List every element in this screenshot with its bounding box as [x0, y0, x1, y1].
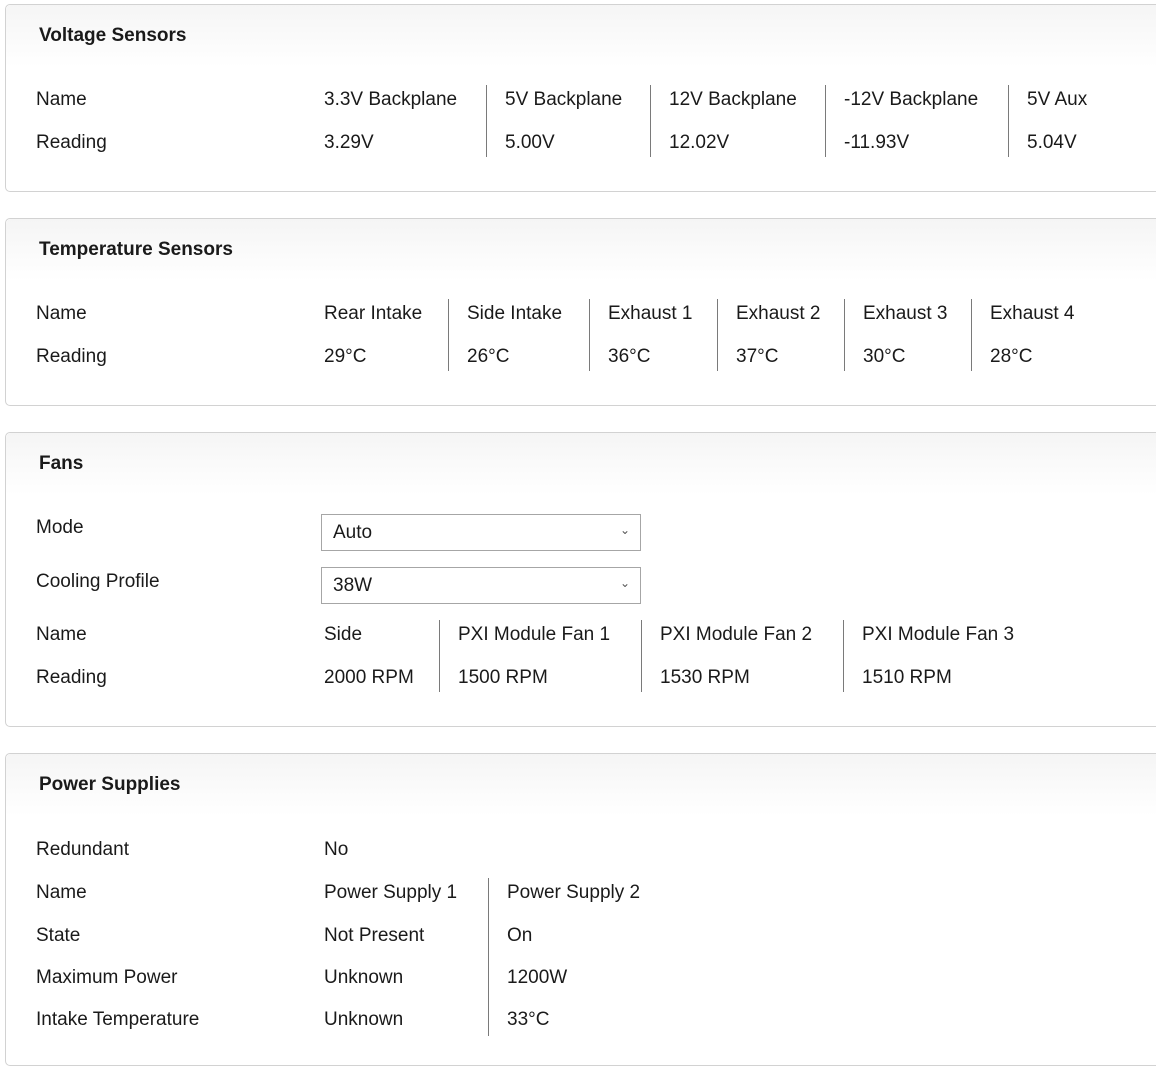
sensor-reading: 3.29V: [324, 132, 374, 153]
sensor-name: Rear Intake: [324, 303, 423, 324]
sensor-name: 5V Aux: [1027, 89, 1088, 110]
power-supply-intake: Unknown: [324, 1009, 404, 1030]
sensor-reading: 5.00V: [505, 132, 555, 153]
sensor-column: Exhaust 2 37°C: [717, 299, 821, 371]
maximum-power-label: Maximum Power: [36, 967, 178, 988]
mode-select-value: Auto: [333, 522, 373, 543]
power-supply-name: Power Supply 2: [507, 882, 641, 903]
sensor-reading: 29°C: [324, 346, 367, 367]
fan-column: PXI Module Fan 3 1510 RPM: [843, 620, 1014, 692]
fan-reading: 1530 RPM: [660, 667, 750, 688]
panel-header: Power Supplies: [6, 754, 1156, 816]
name-label: Name: [36, 303, 87, 324]
sensor-name: Exhaust 3: [863, 303, 948, 324]
sensor-name: Exhaust 1: [608, 303, 693, 324]
fan-column: PXI Module Fan 1 1500 RPM: [439, 620, 610, 692]
sensor-column: -12V Backplane -11.93V: [825, 85, 978, 157]
fan-reading: 2000 RPM: [324, 667, 414, 688]
sensor-reading: 26°C: [467, 346, 510, 367]
sensor-reading: 5.04V: [1027, 132, 1077, 153]
name-label: Name: [36, 89, 87, 110]
power-supply-column: Power Supply 2 On 1200W 33°C: [488, 878, 640, 1036]
sensor-name: 5V Backplane: [505, 89, 623, 110]
redundant-value: No: [324, 839, 349, 860]
panel-title: Temperature Sensors: [39, 239, 233, 260]
fan-name: PXI Module Fan 1: [458, 624, 611, 645]
state-label: State: [36, 925, 81, 946]
panel-header: Temperature Sensors: [6, 219, 1156, 281]
reading-label: Reading: [36, 346, 107, 367]
sensor-column: 5V Aux 5.04V: [1008, 85, 1087, 157]
fans-panel: Fans Mode Auto ⌄ Cooling Profile 38W ⌄ N…: [5, 432, 1156, 727]
sensor-reading: 37°C: [736, 346, 779, 367]
mode-select[interactable]: Auto ⌄: [321, 514, 641, 551]
sensor-reading: 36°C: [608, 346, 651, 367]
power-supplies-panel: Power Supplies Redundant No Name State M…: [5, 753, 1156, 1066]
sensor-column: 5V Backplane 5.00V: [486, 85, 622, 157]
sensor-name: Exhaust 4: [990, 303, 1075, 324]
name-label: Name: [36, 882, 87, 903]
power-supply-max-power: 1200W: [507, 967, 568, 988]
power-supply-name: Power Supply 1: [324, 882, 458, 903]
redundant-label: Redundant: [36, 839, 129, 860]
chevron-down-icon: ⌄: [619, 523, 630, 537]
power-supply-state: On: [507, 925, 533, 946]
sensor-name: 12V Backplane: [669, 89, 797, 110]
reading-label: Reading: [36, 132, 107, 153]
cooling-profile-select-value: 38W: [333, 575, 373, 596]
sensor-name: 3.3V Backplane: [324, 89, 458, 110]
fan-name: Side: [324, 624, 363, 645]
chevron-down-icon: ⌄: [619, 576, 630, 590]
panel-header: Fans: [6, 433, 1156, 495]
cooling-profile-label: Cooling Profile: [36, 571, 160, 592]
sensor-reading: 30°C: [863, 346, 906, 367]
panel-title: Voltage Sensors: [39, 25, 187, 46]
sensor-column: Exhaust 4 28°C: [971, 299, 1075, 371]
fan-reading: 1500 RPM: [458, 667, 548, 688]
panel-title: Power Supplies: [39, 774, 181, 795]
sensor-name: Side Intake: [467, 303, 563, 324]
fan-reading: 1510 RPM: [862, 667, 952, 688]
fan-column: PXI Module Fan 2 1530 RPM: [641, 620, 812, 692]
sensor-column: Exhaust 1 36°C: [589, 299, 693, 371]
cooling-profile-select[interactable]: 38W ⌄: [321, 567, 641, 604]
sensor-reading: 28°C: [990, 346, 1033, 367]
sensor-column: Side Intake 26°C: [448, 299, 562, 371]
sensor-name: Exhaust 2: [736, 303, 821, 324]
temperature-sensors-panel: Temperature Sensors Name Reading Rear In…: [5, 218, 1156, 406]
power-supply-max-power: Unknown: [324, 967, 404, 988]
sensor-reading: -11.93V: [844, 132, 910, 153]
fan-name: PXI Module Fan 3: [862, 624, 1015, 645]
sensor-reading: 12.02V: [669, 132, 730, 153]
sensor-column: 12V Backplane 12.02V: [650, 85, 797, 157]
reading-label: Reading: [36, 667, 107, 688]
sensor-column: Exhaust 3 30°C: [844, 299, 948, 371]
sensor-name: -12V Backplane: [844, 89, 979, 110]
voltage-sensors-panel: Voltage Sensors Name Reading 3.3V Backpl…: [5, 4, 1156, 192]
mode-label: Mode: [36, 517, 84, 538]
panel-title: Fans: [39, 453, 84, 474]
intake-temperature-label: Intake Temperature: [36, 1009, 200, 1030]
panel-header: Voltage Sensors: [6, 5, 1156, 67]
power-supply-intake: 33°C: [507, 1009, 550, 1030]
name-label: Name: [36, 624, 87, 645]
fan-name: PXI Module Fan 2: [660, 624, 813, 645]
power-supply-state: Not Present: [324, 925, 425, 946]
